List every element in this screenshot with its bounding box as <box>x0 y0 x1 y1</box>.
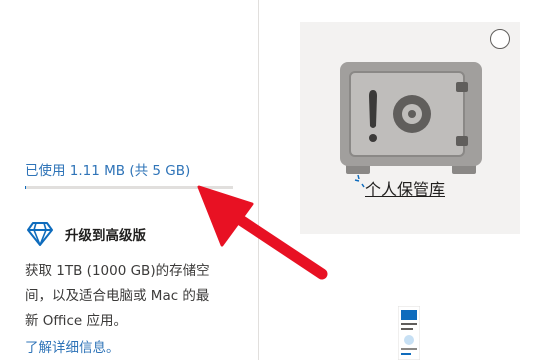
storage-usage-bar <box>25 186 233 189</box>
pane-divider <box>258 0 259 360</box>
description-line-2: 间，以及适合电脑或 Mac 的最 <box>25 288 210 304</box>
upgrade-title: 升级到高级版 <box>65 228 146 244</box>
storage-usage-fill <box>25 186 26 189</box>
document-thumbnail-icon[interactable] <box>398 306 420 360</box>
sparkle-icon <box>354 174 365 188</box>
upgrade-header[interactable]: 升级到高级版 <box>25 220 146 248</box>
storage-sidebar: 已使用 1.11 MB (共 5 GB) 升级到高级版 获取 1TB (1000… <box>0 0 258 360</box>
storage-usage-link[interactable]: 已使用 1.11 MB (共 5 GB) <box>25 159 190 179</box>
personal-vault-text: 个人保管库 <box>365 180 446 199</box>
upgrade-description: 获取 1TB (1000 GB)的存储空 间，以及适合电脑或 Mac 的最 新 … <box>25 259 247 334</box>
safe-icon <box>340 62 482 174</box>
learn-more-link[interactable]: 了解详细信息。 <box>25 336 120 356</box>
description-line-3: 新 Office 应用。 <box>25 313 127 329</box>
diamond-icon <box>27 222 53 246</box>
personal-vault-label[interactable]: 个人保管库 <box>354 174 446 200</box>
personal-vault-tile[interactable]: 个人保管库 <box>300 22 520 234</box>
selection-circle-icon[interactable] <box>490 29 510 49</box>
description-line-1: 获取 1TB (1000 GB)的存储空 <box>25 263 210 279</box>
